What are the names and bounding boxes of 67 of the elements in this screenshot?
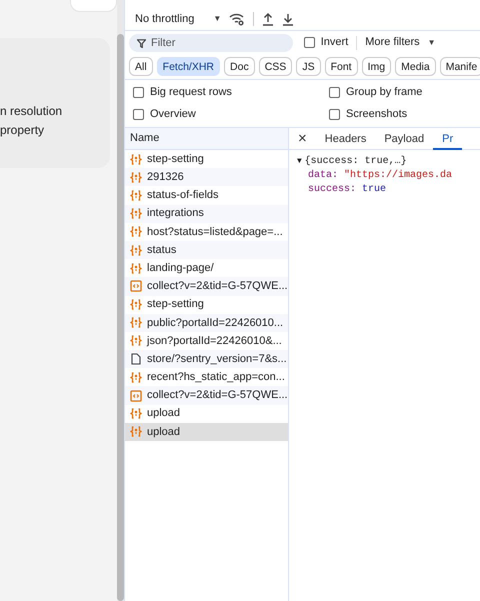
- filter-icon: [137, 38, 146, 48]
- request-row[interactable]: step-setting: [125, 150, 288, 168]
- type-filter-chip[interactable]: Doc: [224, 57, 255, 76]
- braces-icon: [130, 372, 142, 383]
- json-field: success: true: [297, 183, 480, 197]
- download-icon[interactable]: [282, 12, 294, 26]
- type-filter-chip[interactable]: Font: [324, 57, 358, 76]
- request-row[interactable]: store/?sentry_version=7&s...: [125, 350, 288, 368]
- request-row[interactable]: integrations: [125, 204, 288, 223]
- type-filter-chip[interactable]: CSS: [258, 57, 292, 76]
- option-checkbox[interactable]: Screenshots: [329, 105, 480, 123]
- braces-icon: [130, 208, 142, 220]
- wifi-settings-icon[interactable]: [229, 12, 246, 26]
- braces-icon: [130, 426, 142, 438]
- braces-icon: [130, 244, 142, 256]
- braces-icon: [130, 190, 142, 201]
- type-filter-chip[interactable]: Img: [362, 57, 392, 76]
- braces-icon: [130, 317, 142, 328]
- type-filter-chip[interactable]: JS: [296, 57, 321, 76]
- caret-icon: ▼: [213, 13, 222, 25]
- request-row[interactable]: upload: [125, 404, 288, 423]
- expand-arrow-icon[interactable]: ▼: [297, 157, 302, 166]
- braces-icon: [130, 262, 142, 274]
- type-filter-chip[interactable]: All: [129, 57, 153, 76]
- caret-icon: ▼: [428, 36, 436, 48]
- column-header[interactable]: Name: [125, 128, 288, 150]
- json-field: data: "https://images.da: [297, 169, 480, 183]
- detail-tab[interactable]: Payload: [375, 128, 434, 150]
- request-row[interactable]: step-setting: [125, 296, 288, 314]
- document-icon: [130, 353, 142, 366]
- type-filter-chip[interactable]: Media: [395, 57, 436, 76]
- request-row[interactable]: recent?hs_static_app=con...: [125, 368, 288, 386]
- request-row[interactable]: json?portalId=22426010&...: [125, 332, 288, 350]
- scrollbar-thumb[interactable]: [117, 34, 124, 601]
- option-checkbox[interactable]: Overview: [133, 105, 329, 123]
- script-icon: [130, 280, 142, 292]
- request-row[interactable]: status-of-fields: [125, 186, 288, 205]
- braces-icon: [130, 408, 142, 420]
- script-icon: [130, 390, 142, 402]
- more-filters-dropdown[interactable]: More filters: [365, 34, 420, 51]
- braces-icon: [130, 299, 142, 310]
- detail-tab[interactable]: Pr: [433, 128, 462, 150]
- upload-icon[interactable]: [262, 12, 274, 26]
- request-row[interactable]: status: [125, 240, 288, 260]
- type-filter-chip[interactable]: Fetch/XHR: [156, 57, 220, 76]
- braces-icon: [130, 172, 142, 183]
- request-row[interactable]: collect?v=2&tid=G-57QWE...: [125, 386, 288, 405]
- filter-field[interactable]: Filter: [129, 34, 293, 52]
- invert-checkbox[interactable]: Invert: [304, 34, 348, 52]
- request-row[interactable]: upload: [125, 422, 288, 441]
- option-checkbox[interactable]: Group by frame: [329, 83, 480, 101]
- request-row[interactable]: landing-page/: [125, 259, 288, 278]
- request-row[interactable]: host?status=listed&page=...: [125, 222, 288, 241]
- request-row[interactable]: public?portalId=22426010...: [125, 314, 288, 332]
- option-checkbox[interactable]: Big request rows: [133, 83, 329, 101]
- type-filter-chip[interactable]: Manife: [440, 57, 480, 76]
- body-text: n resolution: [0, 103, 64, 120]
- braces-icon: [130, 335, 142, 346]
- throttling-dropdown[interactable]: No throttling: [135, 10, 194, 28]
- braces-icon: [130, 154, 142, 165]
- json-summary[interactable]: {success: true,…}: [304, 156, 407, 167]
- detail-tab[interactable]: Headers: [316, 128, 376, 150]
- request-row[interactable]: 291326: [125, 168, 288, 186]
- braces-icon: [130, 226, 142, 238]
- close-button[interactable]: ×: [289, 128, 316, 150]
- request-row[interactable]: collect?v=2&tid=G-57QWE...: [125, 277, 288, 296]
- body-text: property: [0, 122, 46, 139]
